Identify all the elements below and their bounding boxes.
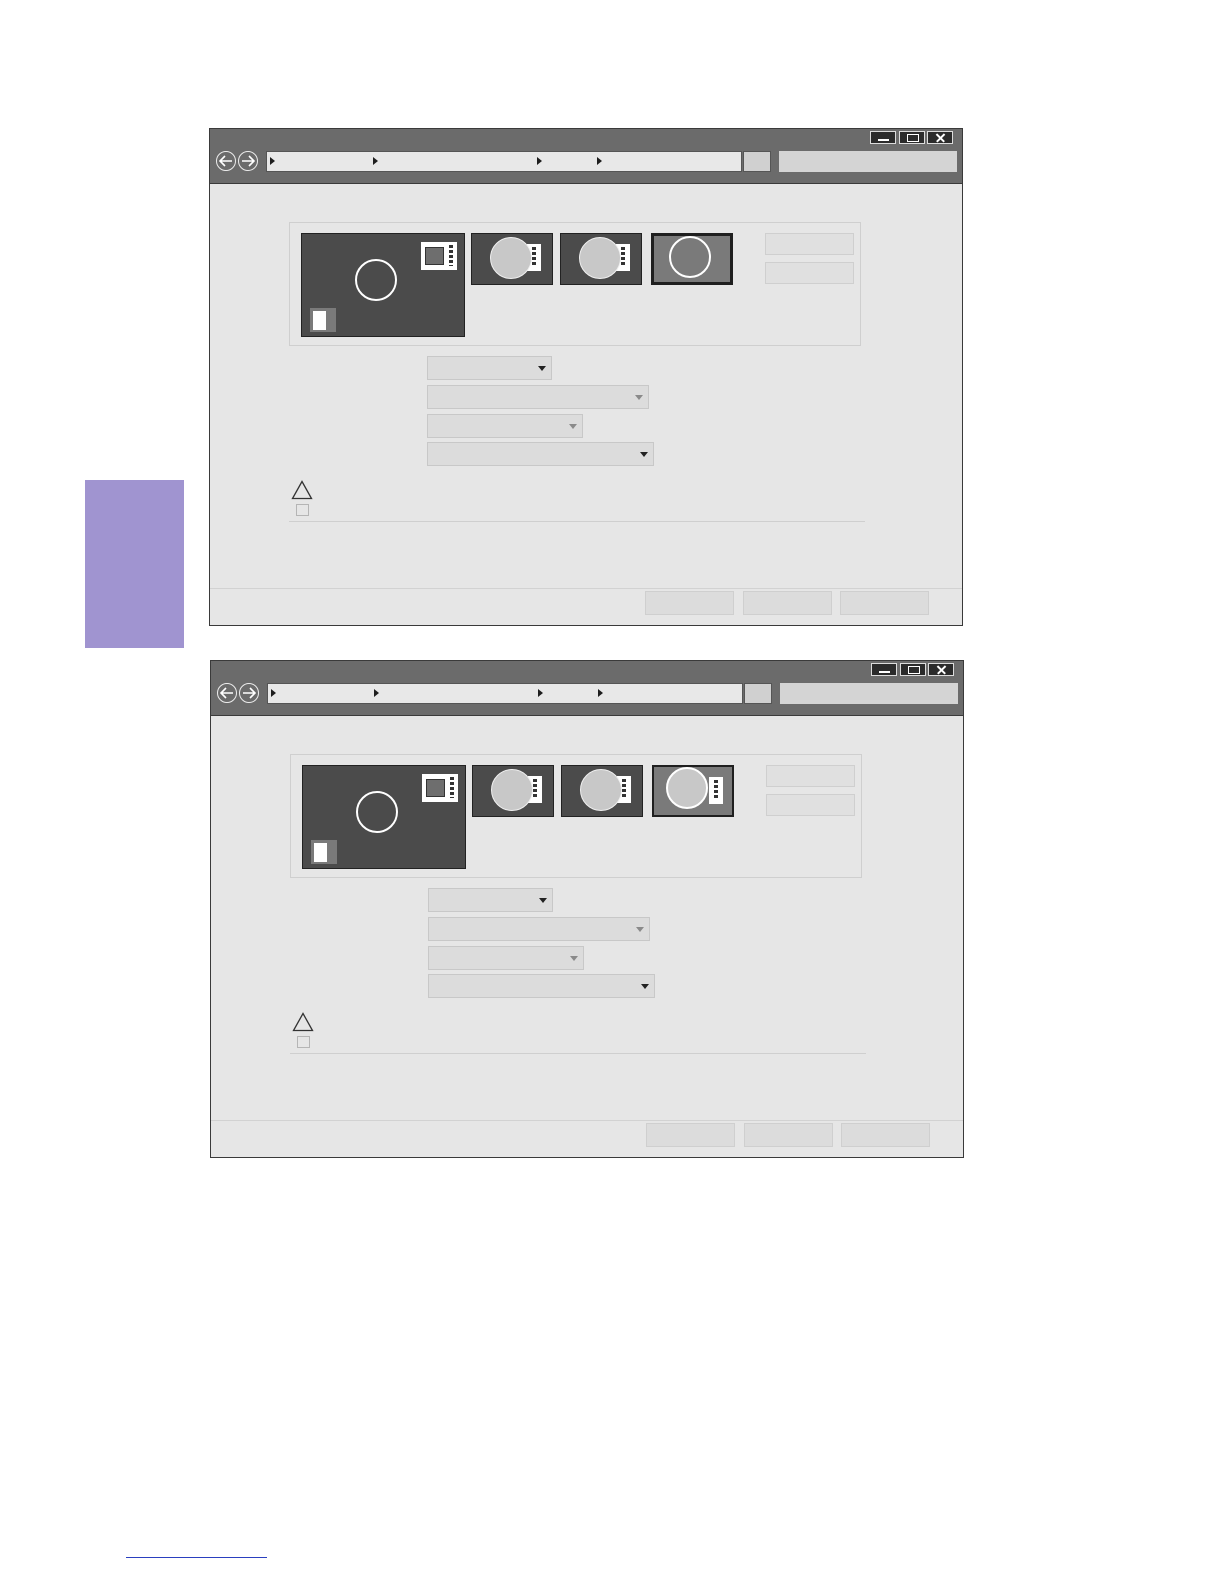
thumbnail-icon bbox=[421, 242, 457, 270]
forward-button[interactable] bbox=[238, 151, 258, 171]
pip-icon bbox=[311, 840, 337, 864]
back-button[interactable] bbox=[216, 151, 236, 171]
dropdown-4[interactable] bbox=[427, 442, 654, 466]
layout-thumbnail-2[interactable] bbox=[561, 765, 643, 817]
breadcrumb-chevron-icon[interactable] bbox=[271, 689, 276, 697]
dropdown-2[interactable] bbox=[428, 917, 650, 941]
refresh-button[interactable] bbox=[744, 683, 772, 704]
footer-button-2[interactable] bbox=[743, 591, 832, 615]
maximize-icon[interactable] bbox=[900, 663, 926, 676]
chevron-down-icon bbox=[570, 956, 578, 961]
arrow-right-icon bbox=[242, 155, 255, 167]
refresh-button[interactable] bbox=[743, 151, 771, 172]
circle-icon bbox=[669, 236, 711, 278]
layout-thumbnail-1[interactable] bbox=[472, 765, 554, 817]
circle-icon bbox=[580, 769, 622, 811]
checkbox[interactable] bbox=[297, 1036, 310, 1048]
divider bbox=[210, 183, 962, 184]
circle-icon bbox=[579, 237, 621, 279]
breadcrumb-chevron-icon[interactable] bbox=[537, 157, 542, 165]
footer-button-3[interactable] bbox=[841, 1123, 930, 1147]
side-button-1[interactable] bbox=[765, 233, 854, 255]
address-bar[interactable] bbox=[267, 683, 743, 704]
divider bbox=[290, 1053, 866, 1054]
checkbox[interactable] bbox=[296, 504, 309, 516]
breadcrumb-chevron-icon[interactable] bbox=[373, 157, 378, 165]
dropdown-3[interactable] bbox=[428, 946, 584, 970]
main-preview bbox=[302, 765, 466, 869]
arrow-right-icon bbox=[243, 687, 256, 699]
breadcrumb-chevron-icon[interactable] bbox=[374, 689, 379, 697]
chevron-down-icon bbox=[641, 984, 649, 989]
divider bbox=[211, 715, 963, 716]
minimize-icon[interactable] bbox=[870, 131, 896, 144]
footer-button-2[interactable] bbox=[744, 1123, 833, 1147]
close-icon[interactable] bbox=[928, 663, 954, 676]
arrow-left-icon bbox=[219, 155, 232, 167]
chevron-down-icon bbox=[539, 898, 547, 903]
chevron-down-icon bbox=[635, 395, 643, 400]
dropdown-1[interactable] bbox=[428, 888, 553, 912]
layout-thumbnail-2[interactable] bbox=[560, 233, 642, 285]
forward-button[interactable] bbox=[239, 683, 259, 703]
dropdown-2[interactable] bbox=[427, 385, 649, 409]
main-preview bbox=[301, 233, 465, 337]
arrow-left-icon bbox=[220, 687, 233, 699]
warning-triangle-icon bbox=[291, 480, 313, 500]
title-bar bbox=[211, 661, 963, 715]
circle-icon bbox=[355, 259, 397, 301]
breadcrumb-chevron-icon[interactable] bbox=[598, 689, 603, 697]
display-preview-group bbox=[289, 222, 861, 346]
divider bbox=[289, 521, 865, 522]
display-preview-group bbox=[290, 754, 862, 878]
footer-link-underline bbox=[126, 1557, 267, 1558]
divider bbox=[211, 1120, 963, 1121]
minimize-icon[interactable] bbox=[871, 663, 897, 676]
side-button-2[interactable] bbox=[765, 262, 854, 284]
layout-thumbnail-3-selected[interactable] bbox=[651, 233, 733, 285]
warning-triangle-icon bbox=[292, 1012, 314, 1032]
layout-thumbnail-1[interactable] bbox=[471, 233, 553, 285]
footer-button-1[interactable] bbox=[645, 591, 734, 615]
breadcrumb-chevron-icon[interactable] bbox=[597, 157, 602, 165]
dropdown-4[interactable] bbox=[428, 974, 655, 998]
title-bar bbox=[210, 129, 962, 183]
side-button-2[interactable] bbox=[766, 794, 855, 816]
thumbnail-icon bbox=[422, 774, 458, 802]
address-bar[interactable] bbox=[266, 151, 742, 172]
side-button-1[interactable] bbox=[766, 765, 855, 787]
dropdown-3[interactable] bbox=[427, 414, 583, 438]
maximize-icon[interactable] bbox=[899, 131, 925, 144]
footer-button-3[interactable] bbox=[840, 591, 929, 615]
close-icon[interactable] bbox=[927, 131, 953, 144]
settings-window-1 bbox=[209, 128, 963, 626]
breadcrumb-chevron-icon[interactable] bbox=[270, 157, 275, 165]
chevron-down-icon bbox=[640, 452, 648, 457]
chevron-down-icon bbox=[538, 366, 546, 371]
circle-icon bbox=[491, 769, 533, 811]
back-button[interactable] bbox=[217, 683, 237, 703]
circle-icon bbox=[356, 791, 398, 833]
search-input[interactable] bbox=[780, 683, 958, 704]
breadcrumb-chevron-icon[interactable] bbox=[538, 689, 543, 697]
search-input[interactable] bbox=[779, 151, 957, 172]
layout-thumbnail-3-selected[interactable] bbox=[652, 765, 734, 817]
dropdown-1[interactable] bbox=[427, 356, 552, 380]
settings-window-2 bbox=[210, 660, 964, 1158]
circle-icon bbox=[490, 237, 532, 279]
divider bbox=[210, 588, 962, 589]
pip-icon bbox=[310, 308, 336, 332]
side-section-tab bbox=[85, 480, 184, 648]
footer-button-1[interactable] bbox=[646, 1123, 735, 1147]
chevron-down-icon bbox=[569, 424, 577, 429]
chevron-down-icon bbox=[636, 927, 644, 932]
circle-icon bbox=[666, 767, 708, 809]
